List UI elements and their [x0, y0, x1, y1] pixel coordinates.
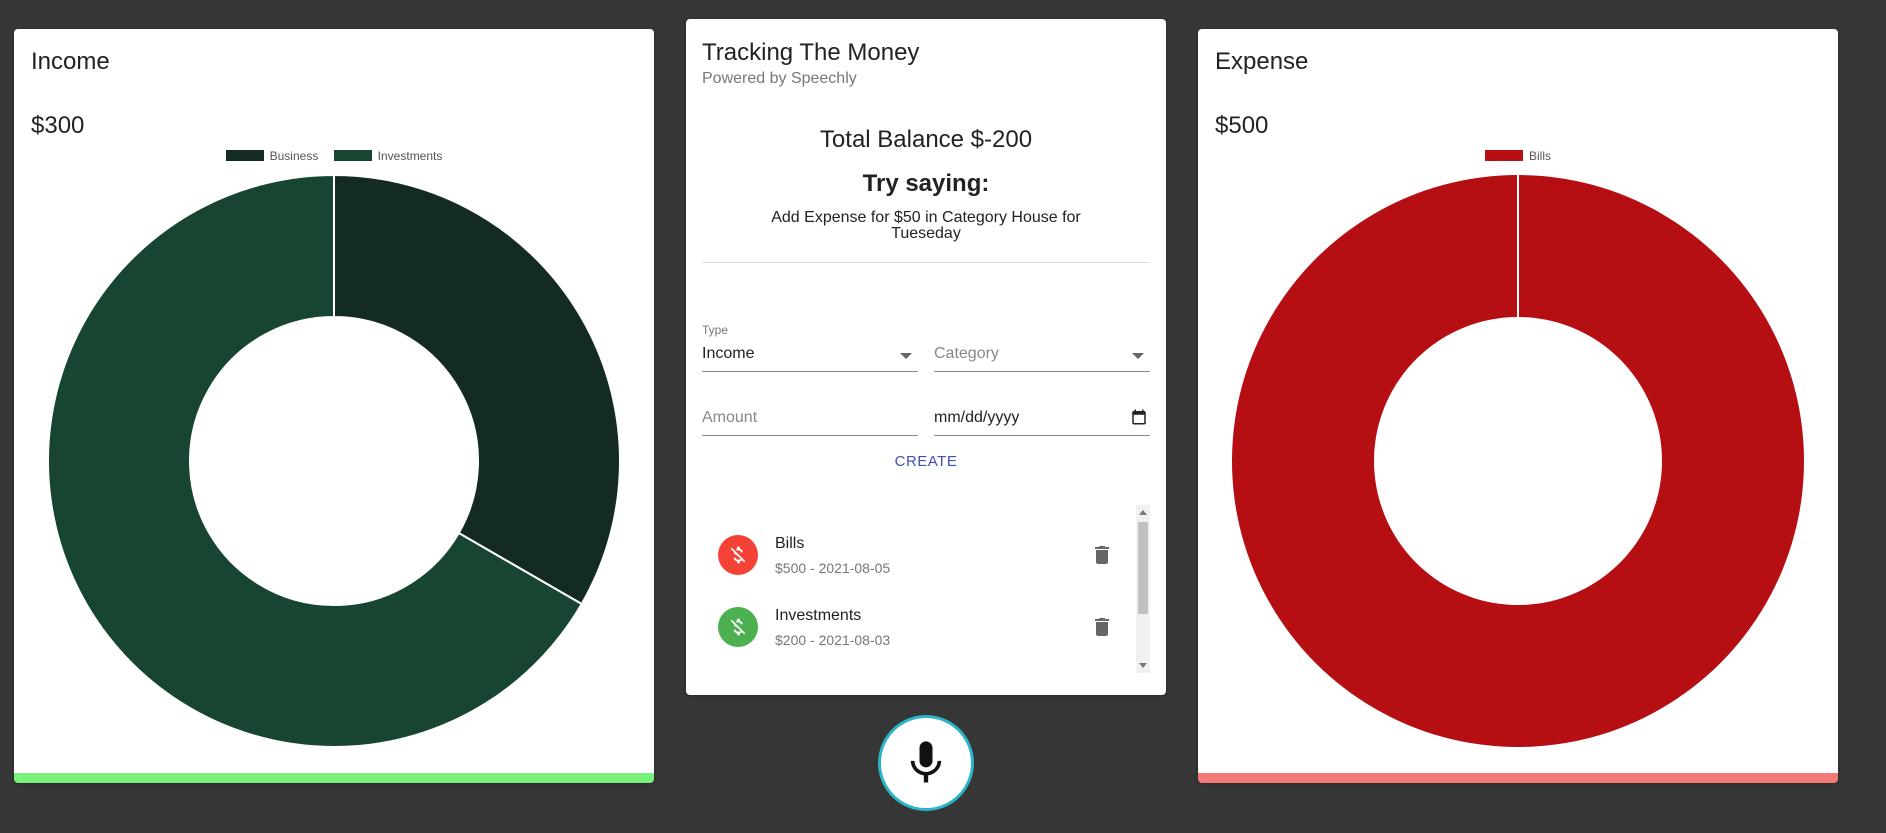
income-legend: Business Investments: [14, 149, 654, 163]
scroll-down-arrow-icon[interactable]: [1139, 663, 1147, 668]
try-saying-heading: Try saying:: [862, 170, 990, 197]
legend-item-bills[interactable]: Bills: [1484, 149, 1551, 163]
type-select[interactable]: Type Income: [702, 323, 918, 372]
expense-amount: $500: [1215, 112, 1269, 139]
scrollbar-thumb[interactable]: [1138, 522, 1148, 614]
transaction-list[interactable]: Bills $500 - 2021-08-05 Investments $200…: [702, 505, 1150, 673]
legend-swatch: [333, 150, 372, 161]
type-value: Income: [702, 345, 755, 362]
transaction-name: Investments: [775, 607, 862, 624]
microphone-icon: [910, 741, 942, 783]
page-title: Tracking The Money: [702, 39, 920, 66]
date-field[interactable]: mm/dd/yyyy: [934, 399, 1150, 436]
income-title: Income: [31, 48, 110, 75]
microphone-button[interactable]: [878, 715, 974, 811]
expense-donut-chart: [1231, 175, 1804, 747]
chart-slice-business[interactable]: [333, 174, 621, 606]
calendar-icon[interactable]: [1130, 408, 1148, 426]
transaction-name: Bills: [775, 535, 805, 552]
scroll-up-arrow-icon[interactable]: [1139, 510, 1147, 515]
total-balance: Total Balance $-200: [819, 126, 1033, 153]
delete-icon[interactable]: [1090, 543, 1114, 567]
main-card: Tracking The Money Powered by Speechly T…: [686, 19, 1166, 695]
date-placeholder: mm/dd/yyyy: [934, 409, 1020, 426]
money-off-icon: [730, 546, 746, 564]
transaction-detail: $500 - 2021-08-05: [775, 560, 891, 576]
legend-swatch: [225, 150, 264, 161]
legend-item-business[interactable]: Business: [225, 149, 319, 163]
income-card: Income $300 Business Investments: [14, 29, 654, 783]
amount-field[interactable]: Amount: [702, 399, 918, 436]
category-select[interactable]: Category: [934, 323, 1150, 372]
legend-item-investments[interactable]: Investments: [333, 149, 443, 163]
chevron-down-icon: [1132, 353, 1144, 359]
chevron-down-icon: [900, 353, 912, 359]
legend-label: Business: [269, 149, 319, 163]
expense-title: Expense: [1215, 48, 1309, 75]
avatar: [718, 535, 758, 575]
page-subtitle: Powered by Speechly: [702, 70, 857, 87]
voice-hint: Add Expense for $50 in Category House fo…: [771, 209, 1081, 242]
money-off-icon: [730, 618, 746, 636]
type-label: Type: [702, 323, 729, 337]
avatar: [718, 607, 758, 647]
income-donut-chart: [47, 174, 621, 748]
legend-label: Investments: [377, 149, 443, 163]
divider: [702, 262, 1150, 263]
category-placeholder: Category: [934, 345, 999, 362]
income-amount: $300: [31, 112, 85, 139]
create-button[interactable]: CREATE: [686, 453, 1166, 470]
expense-card: Expense $500 Bills: [1198, 29, 1838, 783]
legend-label: Bills: [1528, 149, 1551, 163]
legend-swatch: [1484, 150, 1523, 161]
delete-icon[interactable]: [1090, 615, 1114, 639]
list-item[interactable]: Investments $200 - 2021-08-03: [702, 595, 1122, 667]
amount-placeholder: Amount: [702, 409, 758, 426]
expense-legend: Bills: [1198, 149, 1838, 163]
list-item[interactable]: Bills $500 - 2021-08-05: [702, 523, 1122, 595]
scrollbar[interactable]: [1136, 505, 1150, 673]
transaction-detail: $200 - 2021-08-03: [775, 632, 891, 648]
